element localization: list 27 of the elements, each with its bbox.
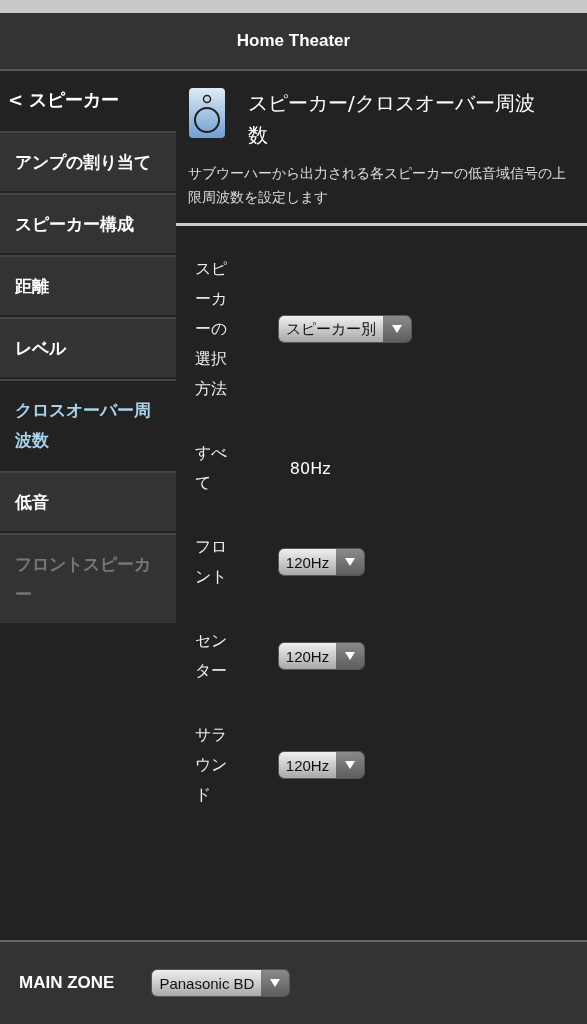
dropdown[interactable]: 120Hz (277, 751, 366, 779)
setting-label: すべて (195, 442, 228, 494)
dropdown[interactable]: スピーカー別 (277, 315, 412, 343)
dropdown[interactable]: Panasonic BD (151, 969, 291, 997)
page-title: スピーカー/クロスオーバー周波数 (248, 90, 536, 149)
sidebar-item[interactable]: 低音 (0, 471, 176, 531)
setting-value: 80Hz (289, 458, 331, 478)
caret-icon (344, 760, 357, 770)
setting-label: フロント (195, 536, 228, 588)
sidebar-item[interactable]: スピーカー構成 (0, 193, 176, 253)
speaker-icon (188, 87, 226, 139)
sidebar-item[interactable]: レベル (0, 317, 176, 377)
sidebar-item[interactable]: 距離 (0, 255, 176, 315)
setting-label: サラウンド (195, 724, 228, 806)
back-link[interactable]: < スピーカー (0, 71, 176, 129)
caret-icon (344, 557, 357, 567)
setting-label: スピーカーの選択方法 (195, 258, 228, 400)
sidebar-item[interactable]: アンプの割り当て (0, 131, 176, 191)
dropdown[interactable]: 120Hz (277, 548, 366, 576)
caret-icon (390, 324, 403, 334)
setting-label: センター (195, 630, 228, 682)
zone-label: MAIN ZONE (19, 973, 115, 993)
caret-icon (269, 978, 282, 988)
header-title: Home Theater (236, 31, 351, 51)
description: サブウーハーから出力される各スピーカーの低音域信号の上限周波数を設定します (188, 164, 567, 207)
caret-icon (344, 651, 357, 661)
dropdown[interactable]: 120Hz (277, 642, 366, 670)
